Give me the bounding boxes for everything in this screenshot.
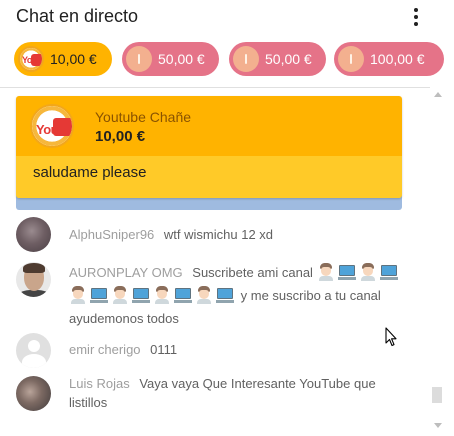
superchat-amount: 10,00 € <box>95 128 146 145</box>
chat-message-list[interactable]: You Youtube Chañe 10,00 € saludame pleas… <box>0 88 430 436</box>
boy-emoji-icon <box>153 286 171 304</box>
ticker-chip[interactable]: 100,00 € <box>334 42 444 76</box>
chat-message: Luis Rojas Vaya vaya Que Interesante You… <box>16 376 416 426</box>
superchat-message: saludame please <box>33 164 147 181</box>
default-avatar-icon <box>233 46 259 72</box>
more-vert-icon[interactable] <box>408 6 424 28</box>
superchat-ticker: You 10,00 € 50,00 € 50,00 € 100,00 € <box>0 40 454 80</box>
mouse-cursor-icon <box>385 327 397 347</box>
chat-title: Chat en directo <box>16 6 139 26</box>
message-author[interactable]: AURONPLAY OMG <box>69 265 183 280</box>
boy-emoji-icon <box>359 263 377 281</box>
computer-emoji-icon <box>337 263 356 281</box>
message-text: wtf wismichu 12 xd <box>163 227 274 242</box>
computer-emoji-icon <box>132 286 150 304</box>
chat-message: AURONPLAY OMG Suscribete ami canal y me … <box>16 262 416 332</box>
boy-emoji-icon <box>69 286 87 304</box>
ticker-chip[interactable]: 50,00 € <box>122 42 219 76</box>
default-avatar-icon <box>338 46 364 72</box>
chat-message: emir cherigo 0111 <box>16 333 416 369</box>
live-chat-window: Chat en directo You 10,00 € 50,00 € 50,0… <box>0 0 454 436</box>
youtube-logo-avatar: You <box>18 46 44 72</box>
message-text: 0111 <box>150 342 178 357</box>
scroll-down-arrow-icon[interactable] <box>434 423 442 428</box>
default-avatar-icon[interactable] <box>16 333 51 368</box>
avatar[interactable] <box>16 262 51 297</box>
superchat-card[interactable]: You Youtube Chañe 10,00 € saludame pleas… <box>16 96 402 198</box>
avatar[interactable] <box>16 376 51 411</box>
chat-message: AlphuSniper96 wtf wismichu 12 xd <box>16 217 416 253</box>
scroll-up-arrow-icon[interactable] <box>434 92 442 97</box>
default-avatar-icon <box>126 46 152 72</box>
message-text: Suscribete ami canal <box>192 265 313 280</box>
computer-emoji-icon <box>90 286 108 304</box>
ticker-chip[interactable]: 50,00 € <box>229 42 326 76</box>
message-author[interactable]: emir cherigo <box>69 342 141 357</box>
superchat-body: saludame please <box>16 156 402 198</box>
chat-scrollbar[interactable] <box>430 88 446 436</box>
ticker-amount: 50,00 € <box>265 51 312 67</box>
computer-emoji-icon <box>379 263 398 281</box>
superchat-author[interactable]: Youtube Chañe <box>95 109 191 125</box>
chat-header: Chat en directo <box>0 0 454 34</box>
computer-emoji-icon <box>216 286 234 304</box>
boy-emoji-icon <box>111 286 129 304</box>
boy-emoji-icon <box>195 286 213 304</box>
scrollbar-thumb[interactable] <box>432 387 442 403</box>
message-author[interactable]: AlphuSniper96 <box>69 227 154 242</box>
ticker-amount: 100,00 € <box>370 51 425 67</box>
ticker-chip[interactable]: You 10,00 € <box>14 42 112 76</box>
computer-emoji-icon <box>174 286 192 304</box>
ticker-amount: 50,00 € <box>158 51 205 67</box>
ticker-amount: 10,00 € <box>50 51 97 67</box>
superchat-header: You Youtube Chañe 10,00 € <box>16 96 402 156</box>
boy-emoji-icon <box>317 263 335 281</box>
message-author[interactable]: Luis Rojas <box>69 376 130 391</box>
superchat-author-avatar[interactable]: You <box>30 104 74 148</box>
avatar[interactable] <box>16 217 51 252</box>
